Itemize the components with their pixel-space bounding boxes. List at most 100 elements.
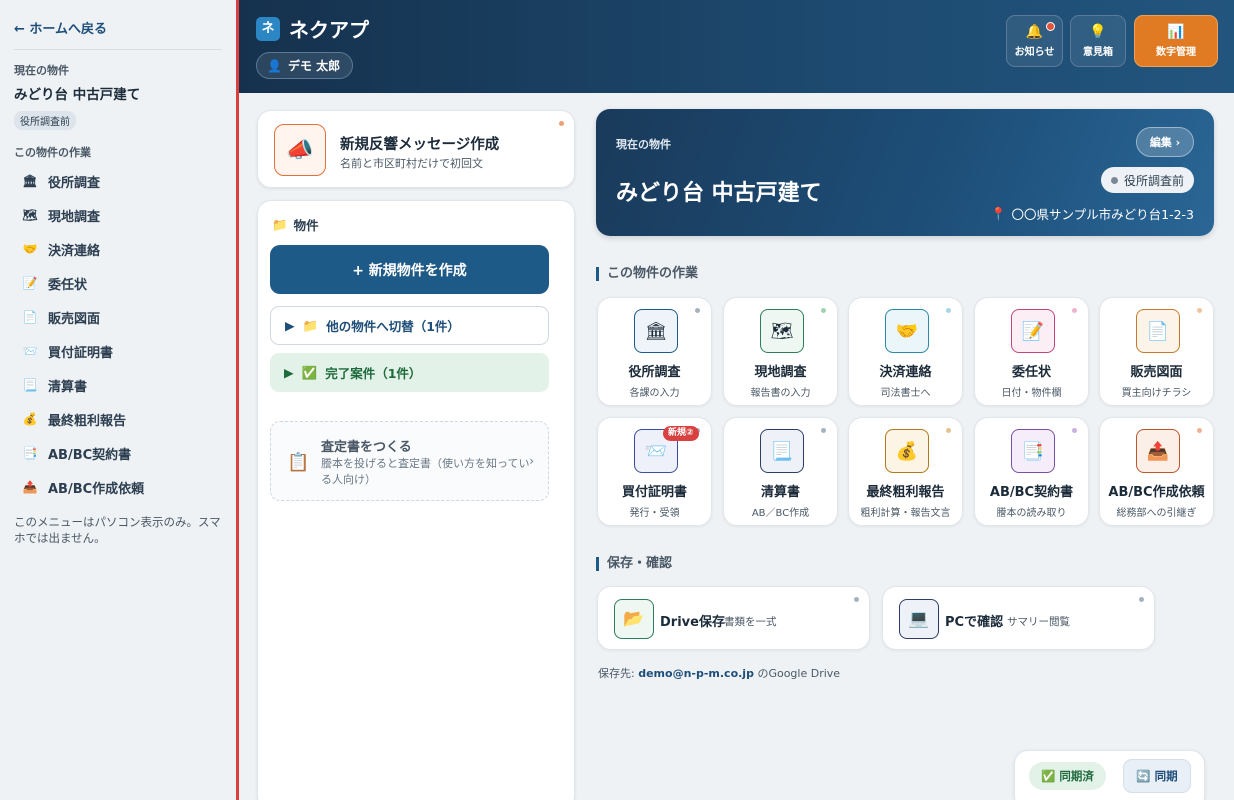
hero-address-text: 〇〇県サンプル市みどり台1-2-3 <box>1011 207 1194 222</box>
numbers-management-button[interactable]: 📊 数字管理 <box>1134 15 1218 67</box>
save-destination-email[interactable]: demo@n-p-m.co.jp <box>638 667 754 680</box>
task-card[interactable]: 💰 最終粗利報告 粗利計算・報告文言 <box>848 417 963 526</box>
sync-panel: ✅ 同期済 🔄 同期 <box>1014 750 1205 800</box>
hero-status-badge: 役所調査前 <box>1100 167 1194 193</box>
sidebar-item[interactable]: 🗺 現地調査 <box>14 198 222 232</box>
sync-button-label: 同期 <box>1154 769 1178 783</box>
task-title: 販売図面 <box>1130 365 1183 380</box>
completed-cases-label: 完了案件（1件） <box>325 366 422 381</box>
new-property-button[interactable]: + 新規物件を作成 <box>270 245 549 294</box>
sync-status-badge: ✅ 同期済 <box>1029 762 1106 790</box>
app-header: ネ ネクアプ 👤 デモ 太郎 🔔 お知らせ 💡 意見箱 📊 数字管理 <box>239 0 1234 93</box>
completed-cases-toggle[interactable]: ▶ ✅ 完了案件（1件） <box>270 353 549 392</box>
sidebar-item[interactable]: 📝 委任状 <box>14 266 222 300</box>
drive-save-button[interactable]: 📂 Drive保存 書類を一式 <box>597 586 870 650</box>
sidebar-item[interactable]: 📃 清算書 <box>14 368 222 402</box>
chevron-right-icon: › <box>529 454 534 468</box>
megaphone-icon: 📣 <box>274 124 326 176</box>
clipboard-icon: 📋 <box>287 452 310 473</box>
status-dot <box>695 308 700 313</box>
opinion-box-button[interactable]: 💡 意見箱 <box>1070 15 1126 67</box>
switch-property-toggle[interactable]: ▶ 📁 他の物件へ切替（1件） <box>270 306 549 345</box>
task-icon: 💰 <box>885 429 929 473</box>
numbers-management-label: 数字管理 <box>1156 47 1196 58</box>
task-card[interactable]: 📄 販売図面買主向けチラシ <box>1099 297 1214 406</box>
task-subtitle: 粗利計算・報告文言 <box>860 508 951 519</box>
property-heading: 📁 物件 <box>272 215 319 234</box>
caret-right-icon: ▶ <box>285 318 295 333</box>
sidebar-property-name: みどり台 中古戸建て <box>14 87 141 103</box>
pc-confirm-button[interactable]: 💻 PCで確認 サマリー閲覧 <box>882 586 1155 650</box>
save-destination-suffix: のGoogle Drive <box>757 667 841 680</box>
save-destination: 保存先: demo@n-p-m.co.jp のGoogle Drive <box>598 665 840 681</box>
sidebar-item-label: AB/BC作成依頼 <box>48 481 145 497</box>
task-title: 清算書 <box>760 485 800 500</box>
user-pill[interactable]: 👤 デモ 太郎 <box>256 52 354 79</box>
task-icon: 🏛 <box>634 309 678 353</box>
task-card[interactable]: 🤝 決済連絡 司法書士へ <box>848 297 963 406</box>
new-badge: 新規② <box>663 426 699 441</box>
task-card[interactable]: 📃 清算書 AB／BC作成 <box>723 417 838 526</box>
sidebar-item-label: 最終粗利報告 <box>48 413 127 429</box>
sidebar-item[interactable]: 🏛 役所調査 <box>14 164 222 198</box>
opinion-box-label: 意見箱 <box>1083 47 1113 58</box>
check-icon: ✅ <box>1041 769 1056 783</box>
task-title: 役所調査 <box>628 365 681 380</box>
task-icon: 📃 <box>760 429 804 473</box>
task-card[interactable]: 📑 AB/BC契約書 謄本の読み取り <box>974 417 1089 526</box>
task-icon: 📤 <box>1136 429 1180 473</box>
broadcast-subtitle: 名前と市区町村だけで初回文 <box>340 157 483 170</box>
task-subtitle: 報告書の入力 <box>750 388 811 399</box>
sidebar-item-label: AB/BC契約書 <box>48 447 132 463</box>
sidebar-item-label: 清算書 <box>48 379 88 395</box>
chart-icon: 📊 <box>1167 24 1185 40</box>
task-subtitle: 発行・受領 <box>629 508 680 519</box>
task-subtitle: 総務部への引継ぎ <box>1116 508 1197 519</box>
status-dot <box>1197 428 1202 433</box>
task-subtitle: 司法書士へ <box>880 388 931 399</box>
sync-button[interactable]: 🔄 同期 <box>1123 759 1191 793</box>
hero-status-label: 役所調査前 <box>1123 173 1184 188</box>
sidebar-item-label: 役所調査 <box>48 175 101 191</box>
sidebar-item-label: 現地調査 <box>48 209 101 225</box>
task-card[interactable]: 📝 委任状 日付・物件欄 <box>974 297 1089 406</box>
task-card[interactable]: 🗺 現地調査 報告書の入力 <box>723 297 838 406</box>
sidebar-item[interactable]: 📤 AB/BC作成依頼 <box>14 470 222 504</box>
sidebar-item-icon: 🗺 <box>22 208 38 222</box>
task-title: 買付証明書 <box>621 485 687 500</box>
task-icon: 📄 <box>1136 309 1180 353</box>
back-home-link[interactable]: ← ホームへ戻る <box>14 16 222 50</box>
sidebar-section-label: この物件の作業 <box>14 146 91 159</box>
sidebar-item-icon: 📃 <box>22 378 38 392</box>
task-subtitle: 買主向けチラシ <box>1121 388 1192 399</box>
broadcast-message-card[interactable]: 📣 新規反響メッセージ作成 名前と市区町村だけで初回文 <box>257 110 575 188</box>
sidebar-item[interactable]: 💰 最終粗利報告 <box>14 402 222 436</box>
status-dot <box>1139 597 1144 602</box>
sidebar-item-icon: 💰 <box>22 412 38 426</box>
save-destination-prefix: 保存先: <box>598 667 635 680</box>
task-card[interactable]: 📤 AB/BC作成依頼 総務部への引継ぎ <box>1099 417 1214 526</box>
sidebar-item[interactable]: 📨 買付証明書 <box>14 334 222 368</box>
task-subtitle: 日付・物件欄 <box>1001 388 1062 399</box>
status-dot <box>854 597 859 602</box>
task-card[interactable]: 🏛 役所調査 各課の入力 <box>597 297 712 406</box>
sidebar-item[interactable]: 📑 AB/BC契約書 <box>14 436 222 470</box>
sidebar-item-label: 決済連絡 <box>48 243 101 259</box>
sidebar-item-icon: 📝 <box>22 276 38 290</box>
status-dot <box>946 428 951 433</box>
app-logo-icon: ネ <box>256 17 280 41</box>
create-appraisal-card[interactable]: 📋 査定書をつくる 謄本を投げると査定書（使い方を知っている人向け） › <box>270 421 549 501</box>
sidebar-item[interactable]: 🤝 決済連絡 <box>14 232 222 266</box>
user-name: デモ 太郎 <box>287 59 341 73</box>
sidebar-item-label: 委任状 <box>48 277 88 293</box>
sidebar-item-icon: 📄 <box>22 310 38 324</box>
notification-dot <box>1046 22 1055 31</box>
sidebar-item[interactable]: 📄 販売図面 <box>14 300 222 334</box>
sidebar-item-icon: 📤 <box>22 480 38 494</box>
status-dot <box>1072 308 1077 313</box>
property-panel: 📁 物件 + 新規物件を作成 ▶ 📁 他の物件へ切替（1件） ▶ ✅ 完了案件（… <box>257 200 575 800</box>
sidebar-item-icon: 🏛 <box>22 174 38 188</box>
task-card[interactable]: 📨 買付証明書 発行・受領 新規② <box>597 417 712 526</box>
edit-property-button[interactable]: 編集 › <box>1136 127 1194 157</box>
notifications-button[interactable]: 🔔 お知らせ <box>1006 15 1063 67</box>
